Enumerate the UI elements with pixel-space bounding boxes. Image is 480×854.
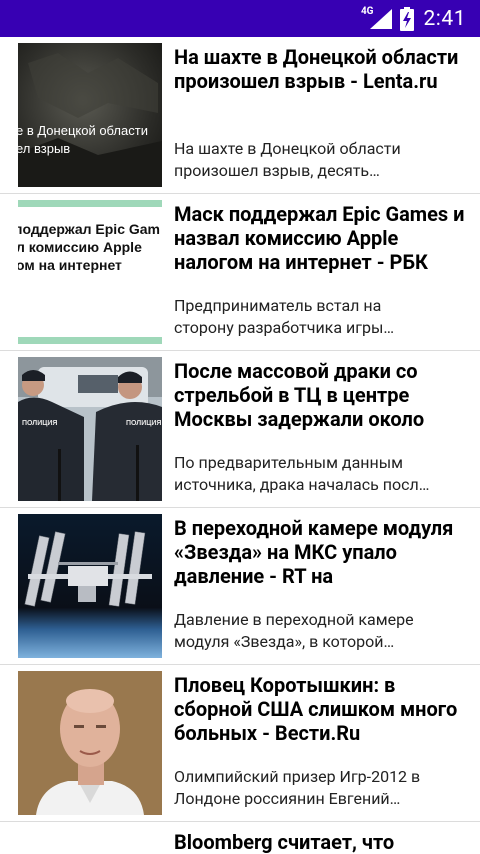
news-thumbnail: поддержал Epic Gam л комиссию Apple ом н…	[18, 200, 162, 344]
news-title: В переходной камере модуля «Звезда» на М…	[174, 516, 454, 588]
news-thumbnail: ПОЛИЦИЯ ПОЛИЦИЯ	[18, 357, 162, 501]
news-description: На шахте в Донецкой области произошел вз…	[174, 139, 401, 180]
news-description: Давление в переходной камере модуля «Зве…	[174, 610, 414, 651]
clock-time: 2:41	[423, 6, 466, 31]
thumbnail-caption: ел взрыв	[18, 141, 70, 156]
thumbnail-caption: е в Донецкой области	[18, 123, 148, 138]
news-thumbnail: е в Донецкой области ел взрыв	[18, 43, 162, 187]
news-title: Маск поддержал Epic Games и назвал комис…	[174, 202, 465, 274]
news-title: На шахте в Донецкой области произошел вз…	[174, 45, 459, 93]
news-title: После массовой драки со стрельбой в ТЦ в…	[174, 359, 425, 431]
news-item[interactable]: Bloomberg считает, что	[0, 822, 480, 854]
battery-charging-icon	[399, 6, 414, 31]
news-description: Предприниматель встал на сторону разрабо…	[174, 296, 395, 337]
news-item[interactable]: е в Донецкой области ел взрыв На шахте в…	[0, 37, 480, 194]
news-item[interactable]: поддержал Epic Gam л комиссию Apple ом н…	[0, 194, 480, 351]
news-description: По предварительным данным источника, дра…	[174, 453, 430, 494]
thumbnail-caption: ПОЛИЦИЯ	[22, 420, 57, 427]
thumbnail-caption: л комиссию Apple	[18, 239, 142, 255]
status-bar: 4G 2:41	[0, 0, 480, 37]
news-title: Bloomberg считает, что	[174, 830, 395, 854]
news-thumbnail	[18, 514, 162, 658]
news-item[interactable]: В переходной камере модуля «Звезда» на М…	[0, 508, 480, 665]
news-item[interactable]: Пловец Коротышкин: в сборной США слишком…	[0, 665, 480, 822]
thumbnail-caption: ом на интернет	[18, 257, 122, 273]
thumbnail-caption: поддержал Epic Gam	[18, 221, 160, 237]
thumbnail-caption: ПОЛИЦИЯ	[126, 420, 161, 427]
news-feed: е в Донецкой области ел взрыв На шахте в…	[0, 37, 480, 854]
news-description: Олимпийский призер Игр-2012 в Лондоне ро…	[174, 767, 421, 808]
news-title: Пловец Коротышкин: в сборной США слишком…	[174, 673, 458, 745]
news-item[interactable]: ПОЛИЦИЯ ПОЛИЦИЯ После массовой драки со …	[0, 351, 480, 508]
network-type: 4G	[360, 6, 374, 17]
news-thumbnail	[18, 671, 162, 815]
